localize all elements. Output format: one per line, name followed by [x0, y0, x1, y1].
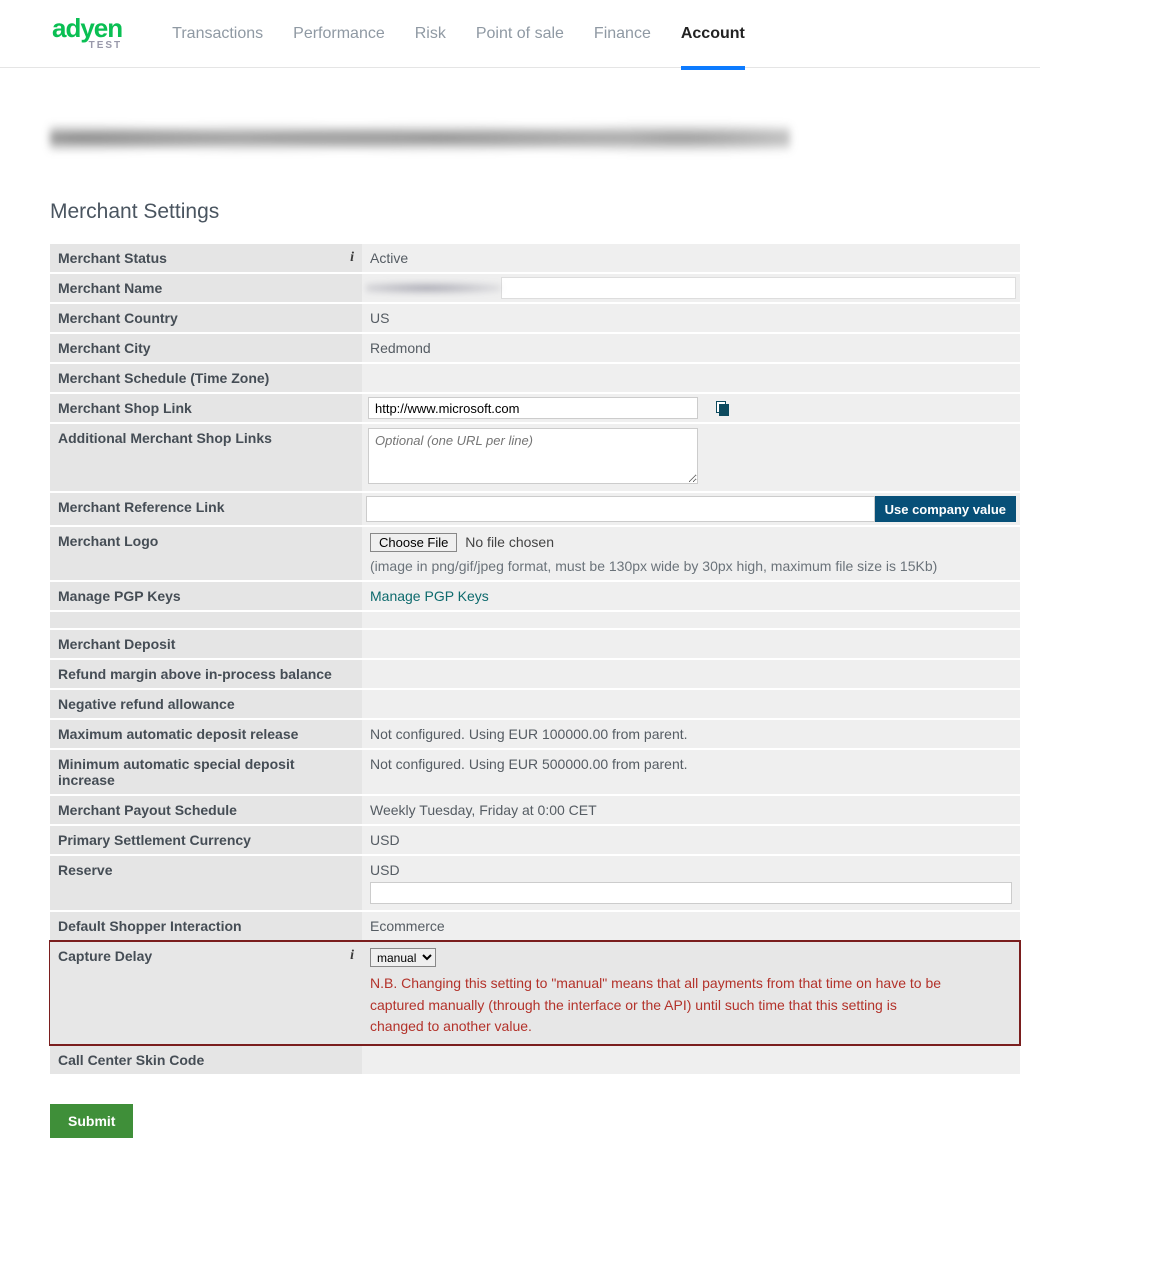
- value-shop-link: [362, 393, 1020, 423]
- value-merchant-schedule: [362, 363, 1020, 393]
- value-merchant-country: US: [362, 303, 1020, 333]
- section-title: Merchant Settings: [50, 200, 1116, 224]
- brand-logo: adyen TEST: [52, 16, 122, 52]
- row-merchant-country: Merchant Country US: [50, 303, 1020, 333]
- value-reserve: USD: [362, 855, 1020, 911]
- reserve-input[interactable]: [370, 882, 1012, 904]
- value-deposit: [362, 629, 1020, 659]
- row-reference-link: Merchant Reference Link Use company valu…: [50, 492, 1020, 526]
- label-primary-settlement: Primary Settlement Currency: [50, 825, 362, 855]
- copy-icon[interactable]: [716, 401, 730, 416]
- use-company-value-button[interactable]: Use company value: [875, 496, 1016, 522]
- nav-transactions[interactable]: Transactions: [172, 0, 263, 68]
- label-min-auto-special: Minimum automatic special deposit increa…: [50, 749, 362, 795]
- value-min-auto-special: Not configured. Using EUR 500000.00 from…: [362, 749, 1020, 795]
- capture-delay-select[interactable]: manual: [370, 948, 436, 967]
- nav-account[interactable]: Account: [681, 0, 745, 68]
- row-shop-link: Merchant Shop Link: [50, 393, 1020, 423]
- label-ref-link: Merchant Reference Link: [50, 492, 362, 526]
- row-pgp: Manage PGP Keys Manage PGP Keys: [50, 581, 1020, 611]
- label-merchant-status: Merchant Status i: [50, 243, 362, 273]
- row-neg-refund: Negative refund allowance: [50, 689, 1020, 719]
- label-reserve: Reserve: [50, 855, 362, 911]
- nav-risk[interactable]: Risk: [415, 0, 446, 68]
- value-refund-margin: [362, 659, 1020, 689]
- label-refund-margin: Refund margin above in-process balance: [50, 659, 362, 689]
- submit-button[interactable]: Submit: [50, 1104, 133, 1138]
- value-call-center: [362, 1045, 1020, 1074]
- additional-shop-links-input[interactable]: [368, 428, 698, 484]
- row-capture-delay: Capture Delay i manual N.B. Changing thi…: [50, 941, 1020, 1045]
- brand-name: adyen: [52, 16, 122, 41]
- row-min-auto-special: Minimum automatic special deposit increa…: [50, 749, 1020, 795]
- row-merchant-logo: Merchant Logo Choose File No file chosen…: [50, 526, 1020, 581]
- label-add-shop-links: Additional Merchant Shop Links: [50, 423, 362, 492]
- row-refund-margin: Refund margin above in-process balance: [50, 659, 1020, 689]
- row-reserve: Reserve USD: [50, 855, 1020, 911]
- label-logo: Merchant Logo: [50, 526, 362, 581]
- nav-finance[interactable]: Finance: [594, 0, 651, 68]
- merchant-name-redacted: [366, 279, 501, 297]
- nav-performance[interactable]: Performance: [293, 0, 385, 68]
- label-default-shopper: Default Shopper Interaction: [50, 911, 362, 941]
- info-icon[interactable]: i: [350, 250, 354, 266]
- logo-hint: (image in png/gif/jpeg format, must be 1…: [370, 558, 1012, 574]
- shop-link-input[interactable]: [368, 397, 698, 419]
- value-merchant-city: Redmond: [362, 333, 1020, 363]
- label-max-auto-deposit: Maximum automatic deposit release: [50, 719, 362, 749]
- top-nav: adyen TEST Transactions Performance Risk…: [0, 0, 1040, 68]
- value-add-shop-links: [362, 423, 1020, 492]
- manage-pgp-link[interactable]: Manage PGP Keys: [370, 588, 489, 604]
- value-primary-settlement: USD: [362, 825, 1020, 855]
- label-neg-refund: Negative refund allowance: [50, 689, 362, 719]
- row-default-shopper: Default Shopper Interaction Ecommerce: [50, 911, 1020, 941]
- value-max-auto-deposit: Not configured. Using EUR 100000.00 from…: [362, 719, 1020, 749]
- row-deposit: Merchant Deposit: [50, 629, 1020, 659]
- brand-sub: TEST: [89, 40, 123, 51]
- row-call-center: Call Center Skin Code: [50, 1045, 1020, 1074]
- value-merchant-status: Active: [362, 243, 1020, 273]
- label-deposit: Merchant Deposit: [50, 629, 362, 659]
- info-icon[interactable]: i: [350, 948, 354, 964]
- row-additional-shop-links: Additional Merchant Shop Links: [50, 423, 1020, 492]
- capture-delay-warning: N.B. Changing this setting to "manual" m…: [370, 973, 950, 1038]
- label-pgp: Manage PGP Keys: [50, 581, 362, 611]
- value-neg-refund: [362, 689, 1020, 719]
- row-primary-settlement: Primary Settlement Currency USD: [50, 825, 1020, 855]
- value-pgp: Manage PGP Keys: [362, 581, 1020, 611]
- value-ref-link: Use company value: [362, 492, 1020, 526]
- page-container: Merchant Settings Merchant Status i Acti…: [0, 68, 1166, 1186]
- page-title-redacted: [50, 116, 790, 160]
- row-merchant-city: Merchant City Redmond: [50, 333, 1020, 363]
- row-merchant-schedule: Merchant Schedule (Time Zone): [50, 363, 1020, 393]
- file-status: No file chosen: [465, 534, 554, 550]
- value-logo: Choose File No file chosen (image in png…: [362, 526, 1020, 581]
- label-call-center: Call Center Skin Code: [50, 1045, 362, 1074]
- row-merchant-status: Merchant Status i Active: [50, 243, 1020, 273]
- row-merchant-name: Merchant Name: [50, 273, 1020, 303]
- label-payout-schedule: Merchant Payout Schedule: [50, 795, 362, 825]
- label-merchant-city: Merchant City: [50, 333, 362, 363]
- label-merchant-country: Merchant Country: [50, 303, 362, 333]
- value-default-shopper: Ecommerce: [362, 911, 1020, 941]
- spacer-row: [50, 611, 1020, 629]
- nav-point-of-sale[interactable]: Point of sale: [476, 0, 564, 68]
- settings-table: Merchant Status i Active Merchant Name M…: [50, 242, 1020, 1074]
- value-merchant-name: [362, 273, 1020, 303]
- label-merchant-schedule: Merchant Schedule (Time Zone): [50, 363, 362, 393]
- choose-file-button[interactable]: Choose File: [370, 533, 457, 552]
- value-payout-schedule: Weekly Tuesday, Friday at 0:00 CET: [362, 795, 1020, 825]
- label-merchant-name: Merchant Name: [50, 273, 362, 303]
- reference-link-input[interactable]: [366, 496, 875, 522]
- value-capture-delay: manual N.B. Changing this setting to "ma…: [362, 941, 1020, 1045]
- row-payout-schedule: Merchant Payout Schedule Weekly Tuesday,…: [50, 795, 1020, 825]
- row-max-auto-deposit: Maximum automatic deposit release Not co…: [50, 719, 1020, 749]
- label-shop-link: Merchant Shop Link: [50, 393, 362, 423]
- label-capture-delay: Capture Delay i: [50, 941, 362, 1045]
